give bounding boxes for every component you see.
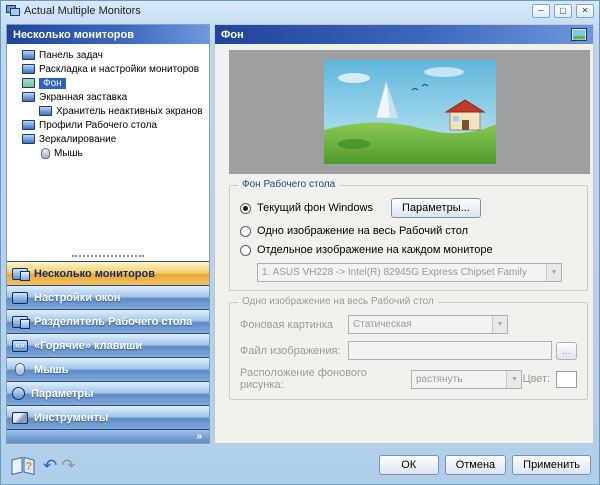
chevron-down-icon: ▼: [506, 371, 521, 388]
tree-item-mouse[interactable]: Мышь: [9, 146, 207, 160]
nav-tools[interactable]: Инструменты: [7, 405, 209, 429]
window-title: Actual Multiple Monitors: [24, 5, 528, 17]
redo-icon[interactable]: ↷: [61, 457, 75, 474]
radio-separate-label: Отдельное изображение на каждом мониторе: [257, 244, 493, 256]
tree-item-taskbar[interactable]: Панель задач: [9, 48, 207, 62]
desktop-divider-icon: [12, 316, 28, 328]
app-window: Actual Multiple Monitors ─ ▢ ✕ Несколько…: [0, 0, 600, 485]
nav-options[interactable]: Параметры: [7, 381, 209, 405]
position-select[interactable]: растянуть ▼: [411, 370, 522, 389]
params-button[interactable]: Параметры...: [391, 198, 481, 218]
nav-hotkeys[interactable]: «» «Горячие» клавиши: [7, 333, 209, 357]
tree-item-screensaver[interactable]: Экранная заставка: [9, 90, 207, 104]
background-icon: [22, 78, 35, 88]
tree-item-mirroring[interactable]: Зеркалирование: [9, 132, 207, 146]
multiple-monitors-icon: [12, 268, 28, 280]
radio-current-label: Текущий фон Windows: [257, 202, 373, 214]
background-page-icon: [571, 28, 587, 41]
nav-overflow-chevron[interactable]: »: [7, 429, 209, 443]
tree-item-profiles[interactable]: Профили Рабочего стола: [9, 118, 207, 132]
bg-picture-label: Фоновая картинка: [240, 319, 348, 331]
tree-item-inactive-saver[interactable]: Хранитель неактивных экранов: [9, 104, 207, 118]
dialog-buttons: ОК Отмена Применить: [373, 455, 591, 475]
minimize-button[interactable]: ─: [532, 4, 550, 18]
page-header: Фон: [215, 25, 593, 44]
browse-button[interactable]: ...: [556, 342, 577, 360]
nav-multiple-monitors[interactable]: Несколько мониторов: [7, 261, 209, 285]
ok-button[interactable]: ОК: [379, 455, 439, 475]
taskbar-icon: [22, 50, 35, 60]
window-settings-icon: [12, 292, 28, 304]
color-swatch[interactable]: [556, 371, 577, 388]
chevron-down-icon: ▼: [546, 264, 561, 281]
bg-picture-select[interactable]: Статическая ▼: [348, 315, 508, 334]
nav-bar: Несколько мониторов Настройки окон Разде…: [7, 261, 209, 429]
maximize-button[interactable]: ▢: [554, 4, 572, 18]
color-label: Цвет:: [522, 373, 550, 385]
footer-bar: ? ↶ ↷ ОК Отмена Применить: [11, 453, 591, 477]
gear-icon: [12, 387, 25, 400]
mirroring-icon: [22, 134, 35, 144]
monitor-select[interactable]: 1. ASUS VH228 -> Intel(R) 82945G Express…: [257, 263, 562, 282]
close-button[interactable]: ✕: [576, 4, 594, 18]
radio-separate-image[interactable]: [240, 245, 251, 256]
left-panel: Несколько мониторов Панель задач Расклад…: [6, 24, 210, 444]
panel-splitter[interactable]: [72, 253, 144, 257]
mouse-nav-icon: [15, 363, 25, 376]
group-single-image: Одно изображение на весь Рабочий стол Фо…: [229, 302, 588, 400]
wallpaper-preview-image: [324, 60, 496, 164]
svg-text:?: ?: [26, 460, 33, 472]
image-file-input[interactable]: [348, 341, 552, 360]
nav-mouse[interactable]: Мышь: [7, 357, 209, 381]
hotkeys-icon: «»: [12, 340, 28, 352]
screensaver-icon: [22, 92, 35, 102]
app-icon: [6, 5, 20, 17]
tools-icon: [12, 412, 28, 424]
help-icon[interactable]: ?: [11, 456, 35, 475]
radio-current-windows-background[interactable]: [240, 203, 251, 214]
titlebar: Actual Multiple Monitors ─ ▢ ✕: [1, 1, 599, 21]
monitors-layout-icon: [22, 64, 35, 74]
settings-tree: Панель задач Раскладка и настройки монит…: [7, 44, 209, 250]
chevron-down-icon: ▼: [492, 316, 507, 333]
desktop-profiles-icon: [22, 120, 35, 130]
radio-single-label: Одно изображение на весь Рабочий стол: [257, 225, 468, 237]
left-panel-header: Несколько мониторов: [7, 25, 209, 44]
radio-single-image[interactable]: [240, 226, 251, 237]
nav-desktop-divider[interactable]: Разделитель Рабочего стола: [7, 309, 209, 333]
window-body: Несколько мониторов Панель задач Расклад…: [6, 24, 594, 444]
apply-button[interactable]: Применить: [512, 455, 591, 475]
group1-title: Фон Рабочего стола: [238, 179, 339, 190]
content-panel: Фон: [214, 24, 594, 444]
undo-icon[interactable]: ↶: [43, 457, 57, 474]
tree-item-layout[interactable]: Раскладка и настройки мониторов: [9, 62, 207, 76]
group2-title: Одно изображение на весь Рабочий стол: [238, 296, 438, 307]
image-file-label: Файл изображения:: [240, 345, 348, 357]
position-label: Расположение фонового рисунка:: [240, 367, 403, 391]
tree-item-background[interactable]: Фон: [9, 76, 207, 90]
group-desktop-background: Фон Рабочего стола Текущий фон Windows П…: [229, 185, 588, 291]
cancel-button[interactable]: Отмена: [445, 455, 506, 475]
wallpaper-preview-area: [229, 50, 590, 174]
page-title: Фон: [221, 29, 244, 41]
nav-window-settings[interactable]: Настройки окон: [7, 285, 209, 309]
inactive-screens-icon: [39, 106, 52, 116]
mouse-icon: [41, 148, 50, 159]
